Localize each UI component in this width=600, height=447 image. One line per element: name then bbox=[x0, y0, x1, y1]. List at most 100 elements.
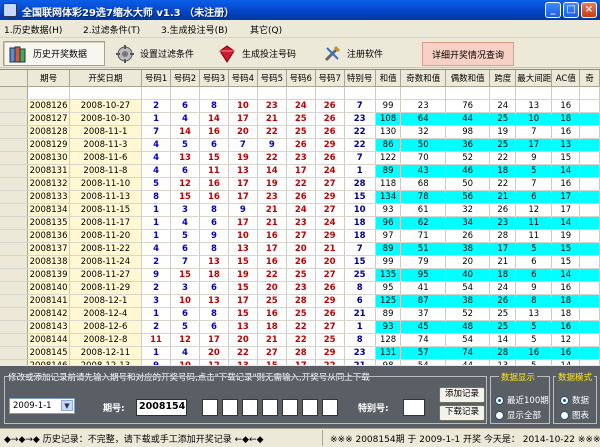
filter-settings-button[interactable]: 设置过滤条件 bbox=[111, 41, 207, 66]
history-table-container[interactable]: 期号 开奖日期 号码1 号码2 号码3 号码4 号码5 号码6 号码7 特别号 和值 奇数和值 偶数和值… bbox=[0, 69, 600, 365]
number-cell: 14 bbox=[199, 112, 229, 126]
row-indicator bbox=[0, 294, 29, 308]
number-cell: 17 bbox=[228, 177, 258, 191]
chart-mode-radio[interactable]: 图表 bbox=[560, 409, 589, 421]
table-row[interactable]: 20081462008-12-1391012131517222198544413… bbox=[0, 359, 600, 365]
odd-sum-cell: 95 bbox=[400, 268, 446, 282]
table-row[interactable]: 2008142 2008-12-4 1 6 8 15 16 25 26 21 89 37 52 25 13 1… bbox=[0, 307, 600, 321]
data-mode-radio[interactable]: 数据 bbox=[560, 394, 589, 406]
column-header[interactable]: 期号 bbox=[27, 70, 70, 87]
date-cell: 2008-11-27 bbox=[69, 268, 143, 282]
radio-unselected-icon bbox=[495, 410, 504, 420]
table-row[interactable]: 2008138 2008-11-24 2 7 13 15 16 26 20 15 99 79 20 21 6… bbox=[0, 255, 600, 269]
column-header[interactable]: 号码7 bbox=[315, 70, 345, 87]
column-header[interactable]: 号码6 bbox=[286, 70, 316, 87]
table-row[interactable]: 2008143 2008-12-6 2 5 6 13 18 22 27 1 93 45 48 25 5 16 bbox=[0, 320, 600, 334]
number-input-1[interactable] bbox=[202, 399, 218, 416]
column-header[interactable]: 跨度 bbox=[489, 70, 517, 87]
number-cell: 24 bbox=[286, 203, 316, 217]
table-row[interactable]: 2008126 2008-10-27 2 6 8 10 23 24 26 7 99 23 76 24 13 1… bbox=[0, 99, 600, 113]
status-divider bbox=[322, 430, 323, 446]
number-cell: 21 bbox=[257, 333, 287, 347]
number-input-4[interactable] bbox=[262, 399, 278, 416]
show-all-radio[interactable]: 显示全部 bbox=[495, 409, 541, 421]
table-row[interactable]: 2008140 2008-11-29 2 3 6 15 20 23 26 8 95 41 54 24 9 16 bbox=[0, 281, 600, 295]
column-header[interactable]: AC值 bbox=[551, 70, 581, 87]
table-row[interactable]: 2008134 2008-11-15 1 3 8 9 21 24 27 10 93 61 32 26 12 1… bbox=[0, 203, 600, 217]
table-row[interactable]: 2008131 2008-11-8 4 6 11 13 14 17 24 1 89 43 46 18 5 14 bbox=[0, 164, 600, 178]
history-data-button[interactable]: 历史开奖数据 bbox=[3, 41, 105, 66]
number-cell: 6 bbox=[170, 164, 200, 178]
table-row[interactable]: 2008136 2008-11-20 1 5 9 10 16 27 29 18 97 71 26 28 11… bbox=[0, 229, 600, 243]
number-cell: 6 bbox=[199, 281, 229, 295]
generate-numbers-button[interactable]: 生成投注号码 bbox=[213, 41, 317, 66]
column-header[interactable]: 号码2 bbox=[170, 70, 200, 87]
column-header[interactable]: 奇 bbox=[579, 70, 600, 87]
special-number-cell: 7 bbox=[344, 99, 376, 113]
column-header[interactable]: 和值 bbox=[375, 70, 402, 87]
even-sum-cell: 46 bbox=[445, 164, 491, 178]
register-button[interactable]: 注册软件 bbox=[318, 41, 410, 66]
books-icon bbox=[8, 44, 28, 64]
table-row[interactable]: 2008144 2008-12-8 11 12 17 20 21 22 25 8 128 74 54 14… bbox=[0, 333, 600, 347]
date-cell: 2008-11-1 bbox=[69, 125, 143, 139]
number-input-7[interactable] bbox=[322, 399, 338, 416]
table-row[interactable]: 2008141 2008-12-1 3 10 13 17 25 28 29 6 125 87 38 26 8… bbox=[0, 294, 600, 308]
issue-cell: 2008141 bbox=[27, 294, 70, 308]
minimize-button[interactable]: _ bbox=[545, 2, 561, 18]
menu-other[interactable]: 其它(Q) bbox=[250, 23, 282, 36]
special-number-input[interactable] bbox=[403, 399, 425, 416]
date-cell: 2008-11-10 bbox=[69, 177, 143, 191]
add-record-button[interactable]: 添加记录 bbox=[439, 387, 485, 403]
row-indicator bbox=[0, 281, 29, 295]
menu-history[interactable]: 1.历史数据(H) bbox=[4, 23, 62, 36]
title-bar[interactable]: 全国联网体彩29选7缩水大师 v1.3 （未注册） _ □ × bbox=[0, 0, 600, 20]
table-row[interactable]: 2008127 2008-10-30 1 4 14 17 21 25 26 23 108 64 44 25… bbox=[0, 112, 600, 126]
even-sum-cell: 38 bbox=[445, 294, 491, 308]
chevron-down-icon[interactable]: ▼ bbox=[61, 400, 73, 411]
column-header[interactable]: 号码4 bbox=[228, 70, 258, 87]
table-row[interactable]: 2008132 2008-11-10 5 12 16 17 19 22 27 28 118 68 50 2… bbox=[0, 177, 600, 191]
issue-input[interactable]: 2008154 bbox=[136, 399, 187, 416]
span-cell: 26 bbox=[489, 294, 517, 308]
odd-count-cell bbox=[579, 125, 600, 139]
number-cell: 9 bbox=[141, 268, 172, 282]
table-row[interactable]: 2008145 2008-12-11 1 4 20 22 27 28 29 23 131 57 74 28… bbox=[0, 346, 600, 360]
menu-filter[interactable]: 2.过滤条件(T) bbox=[83, 23, 140, 36]
table-row[interactable]: 2008133 2008-11-13 8 15 16 17 23 26 29 15 134 78 56 2… bbox=[0, 190, 600, 204]
odd-count-cell bbox=[579, 164, 600, 178]
number-input-5[interactable] bbox=[282, 399, 298, 416]
menu-generate[interactable]: 3.生成投注号(B) bbox=[161, 23, 228, 36]
column-header[interactable]: 偶数和值 bbox=[445, 70, 491, 87]
number-cell: 21 bbox=[315, 242, 345, 256]
table-row[interactable]: 2008128 2008-11-1 7 14 16 20 22 25 26 22 130 32 98 19… bbox=[0, 125, 600, 139]
table-row[interactable]: 2008129 2008-11-3 4 5 6 7 9 26 29 22 86 50 36 25 17 13 bbox=[0, 138, 600, 152]
recent-100-radio[interactable]: 最近100期 bbox=[495, 394, 549, 406]
table-row-empty[interactable] bbox=[0, 86, 600, 100]
number-cell: 9 bbox=[141, 359, 172, 365]
lottery-details-query-button[interactable]: 详细开奖情况查询 bbox=[422, 42, 514, 66]
column-header[interactable]: 号码1 bbox=[141, 70, 172, 87]
number-input-6[interactable] bbox=[302, 399, 318, 416]
draw-date-picker[interactable]: 2009-1-1 ▼ bbox=[9, 398, 75, 414]
number-cell: 14 bbox=[257, 164, 287, 178]
column-header[interactable]: 最大间距 bbox=[515, 70, 553, 87]
table-row[interactable]: 2008130 2008-11-6 4 13 15 19 22 23 26 7 122 70 52 22 9… bbox=[0, 151, 600, 165]
table-row[interactable]: 2008135 2008-11-17 1 4 6 17 21 23 24 18 96 62 34 23 11… bbox=[0, 216, 600, 230]
maximize-button[interactable]: □ bbox=[563, 2, 579, 18]
number-cell: 27 bbox=[315, 203, 345, 217]
column-header[interactable]: 开奖日期 bbox=[69, 70, 143, 87]
download-record-button[interactable]: 下载记录 bbox=[439, 405, 485, 421]
table-row[interactable]: 2008137 2008-11-22 4 6 8 13 17 20 21 7 89 51 38 17 5 15 bbox=[0, 242, 600, 256]
close-button[interactable]: × bbox=[581, 2, 597, 18]
number-input-3[interactable] bbox=[242, 399, 258, 416]
date-cell: 2008-12-1 bbox=[69, 294, 143, 308]
column-header[interactable]: 号码5 bbox=[257, 70, 287, 87]
column-header[interactable]: 奇数和值 bbox=[400, 70, 446, 87]
max-gap-cell: 11 bbox=[515, 216, 553, 230]
table-row[interactable]: 2008139 2008-11-27 9 15 18 19 22 25 27 25 135 95 40 1… bbox=[0, 268, 600, 282]
column-header[interactable]: 特别号 bbox=[344, 70, 376, 87]
even-sum-cell: 74 bbox=[445, 346, 491, 360]
number-input-2[interactable] bbox=[222, 399, 238, 416]
column-header[interactable]: 号码3 bbox=[199, 70, 229, 87]
